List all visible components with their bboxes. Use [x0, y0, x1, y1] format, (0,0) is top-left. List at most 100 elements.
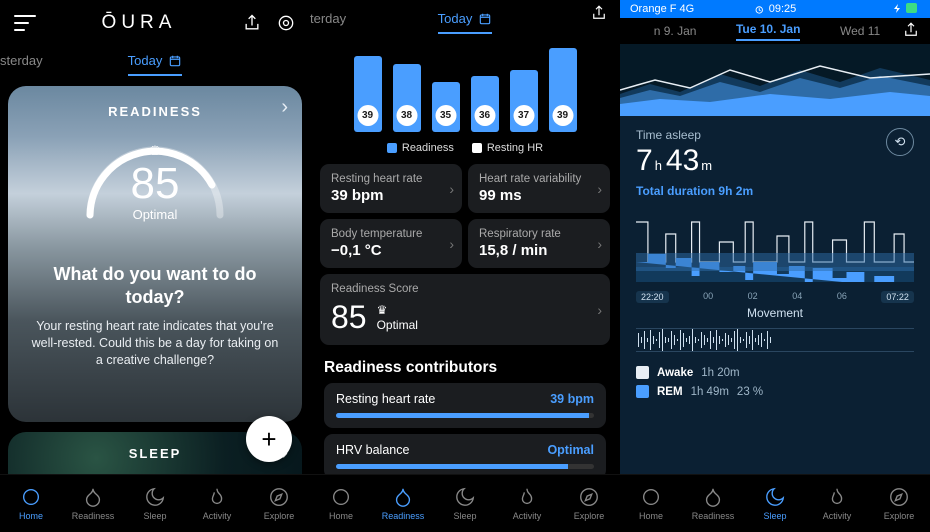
chevron-right-icon: ›	[597, 236, 602, 252]
readiness-score: 85	[70, 159, 240, 209]
nav-activity[interactable]: Activity	[809, 486, 865, 521]
bar-value: 36	[474, 105, 495, 126]
history-bar[interactable]: 39	[354, 56, 382, 132]
carrier-label: Orange F 4G	[630, 3, 694, 15]
movement-strip	[636, 328, 914, 352]
share-icon[interactable]	[242, 13, 262, 33]
readiness-status: Optimal	[70, 207, 240, 222]
activity-icon	[516, 486, 538, 508]
hypnogram[interactable]: 22:200002040607:22	[636, 212, 914, 298]
chevron-right-icon: ›	[597, 302, 602, 318]
history-bar[interactable]: 37	[510, 70, 538, 132]
target-icon[interactable]	[276, 13, 296, 33]
sleep-icon	[144, 486, 166, 508]
nav-sleep[interactable]: Sleep	[437, 486, 493, 521]
nav-home[interactable]: Home	[3, 486, 59, 521]
nav-readiness[interactable]: Readiness	[375, 486, 431, 521]
stat-cell[interactable]: Body temperature−0,1 °C›	[320, 219, 462, 268]
chevron-right-icon: ›	[597, 181, 602, 197]
stat-cell[interactable]: Respiratory rate15,8 / min›	[468, 219, 610, 268]
tab-today[interactable]: Today	[128, 53, 183, 76]
date-active[interactable]: Tue 10. Jan	[736, 22, 800, 41]
readiness-icon	[702, 486, 724, 508]
crown-icon: ♛	[70, 143, 240, 159]
nav-explore[interactable]: Explore	[251, 486, 307, 521]
explore-icon	[268, 486, 290, 508]
calendar-icon	[168, 54, 182, 68]
contributor-row[interactable]: HRV balanceOptimal	[324, 434, 606, 479]
readiness-title: READINESS	[108, 104, 202, 119]
sleep-icon	[454, 486, 476, 508]
nav-home[interactable]: Home	[623, 486, 679, 521]
date-prev[interactable]: n 9. Jan	[654, 24, 697, 38]
explore-icon	[888, 486, 910, 508]
score-value: 85	[331, 299, 367, 336]
battery-icon	[890, 2, 920, 17]
sleep-screen: Orange F 4G 09:25 n 9. Jan Tue 10. Jan W…	[620, 0, 930, 532]
home-icon	[640, 486, 662, 508]
stats-grid: Resting heart rate39 bpm›Heart rate vari…	[310, 154, 620, 345]
date-tabs: sterday Today	[0, 48, 310, 76]
time-asleep-label: Time asleep	[636, 128, 914, 142]
contributors-title: Readiness contributors	[310, 345, 620, 383]
time-asleep-value: 7h43m	[636, 144, 914, 178]
nav-home[interactable]: Home	[313, 486, 369, 521]
bar-value: 39	[357, 105, 378, 126]
prompt-heading: What do you want to do today?	[30, 263, 280, 308]
share-icon[interactable]	[590, 4, 608, 22]
readiness-gauge: ♛ 85 Optimal	[70, 125, 240, 225]
home-icon	[20, 486, 42, 508]
bottom-nav: HomeReadinessSleepActivityExplore	[0, 474, 310, 532]
hypno-xticks: 22:200002040607:22	[636, 291, 914, 303]
nav-sleep[interactable]: Sleep	[747, 486, 803, 521]
stat-cell[interactable]: Heart rate variability99 ms›	[468, 164, 610, 213]
tab-today[interactable]: Today	[438, 11, 493, 34]
nav-activity[interactable]: Activity	[189, 486, 245, 521]
nav-readiness[interactable]: Readiness	[65, 486, 121, 521]
history-bars[interactable]: 39 38 35 36 37 39	[310, 40, 620, 132]
menu-icon[interactable]	[14, 15, 36, 31]
ios-status-bar: Orange F 4G 09:25	[620, 0, 930, 18]
stages-legend: Awake1h 20m REM1h 49m23 %	[636, 366, 914, 398]
stat-cell[interactable]: Resting heart rate39 bpm›	[320, 164, 462, 213]
activity-icon	[206, 486, 228, 508]
bar-value: 37	[513, 105, 534, 126]
readiness-icon	[392, 486, 414, 508]
sleep-title: SLEEP	[129, 446, 182, 461]
readiness-card[interactable]: › READINESS ♛ 85 Optimal What do you wan…	[8, 86, 302, 422]
nav-explore[interactable]: Explore	[561, 486, 617, 521]
history-bar[interactable]: 35	[432, 82, 460, 132]
bar-value: 38	[396, 105, 417, 126]
history-bar[interactable]: 38	[393, 64, 421, 132]
date-next[interactable]: Wed 11	[840, 24, 880, 38]
legend-row: REM1h 49m23 %	[636, 385, 914, 398]
readiness-score-cell[interactable]: Readiness Score 85 ♛Optimal ›	[320, 274, 610, 345]
nav-activity[interactable]: Activity	[499, 486, 555, 521]
bottom-nav: HomeReadinessSleepActivityExplore	[620, 474, 930, 532]
nav-sleep[interactable]: Sleep	[127, 486, 183, 521]
sleep-icon	[764, 486, 786, 508]
readiness-icon	[82, 486, 104, 508]
add-button[interactable]: +	[246, 416, 292, 462]
stages-area-chart[interactable]	[620, 44, 930, 116]
bottom-nav: HomeReadinessSleepActivityExplore	[310, 474, 620, 532]
legend-row: Awake1h 20m	[636, 366, 914, 379]
prompt-body: Your resting heart rate indicates that y…	[30, 318, 280, 369]
chevron-right-icon: ›	[449, 181, 454, 197]
chevron-right-icon: ›	[449, 236, 454, 252]
tab-yesterday[interactable]: sterday	[0, 53, 43, 76]
readiness-screen: terday Today 39 38 35 36 37 39 Readiness Rest…	[310, 0, 620, 532]
date-tabs: terday Today	[310, 6, 620, 34]
app-header: ŌURA	[0, 0, 310, 46]
sleep-detail: ⟲ Time asleep 7h43m Total duration 9h 2m…	[620, 116, 930, 474]
share-icon[interactable]	[902, 21, 920, 39]
home-icon	[330, 486, 352, 508]
history-bar[interactable]: 36	[471, 76, 499, 132]
nav-explore[interactable]: Explore	[871, 486, 927, 521]
total-duration: Total duration 9h 2m	[636, 184, 914, 198]
contributor-row[interactable]: Resting heart rate39 bpm	[324, 383, 606, 428]
goal-icon[interactable]: ⟲	[886, 128, 914, 156]
tab-yesterday[interactable]: terday	[310, 11, 346, 34]
history-bar[interactable]: 39	[549, 48, 577, 132]
nav-readiness[interactable]: Readiness	[685, 486, 741, 521]
